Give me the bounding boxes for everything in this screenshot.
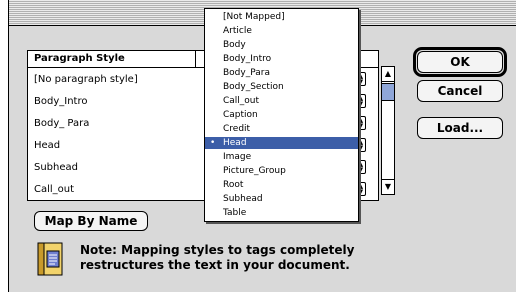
row-label: Head [34,140,61,151]
menu-item[interactable]: Article [205,25,358,37]
selected-bullet-icon: • [210,138,216,148]
menu-item-label: Picture_Group [223,166,286,176]
menu-item-label: [Not Mapped] [223,12,285,22]
scroll-thumb[interactable] [382,83,394,101]
menu-item-label: Body_Section [223,82,284,92]
note-line-2: restructures the text in your document. [80,258,350,272]
menu-item[interactable]: Credit [205,123,358,135]
menu-item-label: Image [223,152,252,162]
menu-item-label: Root [223,180,244,190]
map-styles-dialog: Paragraph Style [No paragraph style] ▲ ▼ … [0,0,516,292]
scroll-down-arrow-icon[interactable]: ▼ [382,179,394,194]
menu-item[interactable]: • Head [205,137,358,149]
menu-item[interactable]: Picture_Group [205,165,358,177]
menu-item[interactable]: Root [205,179,358,191]
column-divider [195,51,196,67]
table-scrollbar[interactable]: ▲ ▼ [381,66,395,195]
load-button[interactable]: Load... [417,117,503,139]
menu-item-label: Caption [223,110,258,120]
row-label: Body_ Para [34,118,90,129]
row-label: Body_Intro [34,96,88,107]
row-label: [No paragraph style] [34,74,138,85]
note-line-1: Note: Mapping styles to tags completely [80,243,355,257]
menu-item[interactable]: Body_Para [205,67,358,79]
menu-item[interactable]: Image [205,151,358,163]
menu-item-label: Body_Para [223,68,270,78]
menu-item[interactable]: Table [205,207,358,219]
cancel-button[interactable]: Cancel [417,80,503,102]
menu-item[interactable]: Caption [205,109,358,121]
menu-item[interactable]: Call_out [205,95,358,107]
menu-item-label: Article [223,26,252,36]
scroll-up-arrow-icon[interactable]: ▲ [382,67,394,82]
row-label: Call_out [34,184,75,195]
menu-item-label: Head [223,138,247,148]
menu-item-label: Body [223,40,246,50]
note-text: Note: Mapping styles to tags completely … [80,243,380,273]
document-note-icon [37,242,63,276]
menu-item[interactable]: Body_Section [205,81,358,93]
ok-button[interactable]: OK [417,51,503,73]
map-by-name-button[interactable]: Map By Name [34,211,148,231]
column-header-paragraph-style: Paragraph Style [34,53,125,64]
menu-item[interactable]: Subhead [205,193,358,205]
menu-item-label: Call_out [223,96,260,106]
row-label: Subhead [34,162,78,173]
menu-item-label: Body_Intro [223,54,272,64]
menu-item[interactable]: [Not Mapped] [205,11,358,23]
tag-popup-menu[interactable]: [Not Mapped] Article Body Body_Intro Body_Pa… [204,8,359,222]
menu-item[interactable]: Body_Intro [205,53,358,65]
menu-item-label: Table [223,208,247,218]
menu-item-label: Credit [223,124,251,134]
menu-item-label: Subhead [223,194,263,204]
menu-item[interactable]: Body [205,39,358,51]
